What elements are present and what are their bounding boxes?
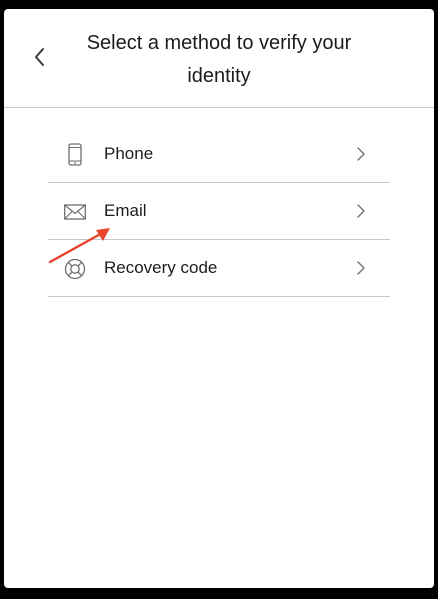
verify-method-card: Select a method to verify your identity … bbox=[4, 9, 434, 588]
method-phone[interactable]: Phone bbox=[48, 126, 390, 183]
phone-icon bbox=[68, 143, 82, 166]
page-title: Select a method to verify your identity bbox=[86, 32, 352, 87]
chevron-right-icon bbox=[357, 147, 365, 161]
back-button[interactable] bbox=[28, 45, 52, 69]
envelope-icon bbox=[64, 204, 86, 220]
method-list: Phone Email Recovery code bbox=[48, 126, 390, 297]
header: Select a method to verify your identity bbox=[4, 9, 434, 108]
chevron-left-icon bbox=[35, 48, 44, 66]
red-arrow-annotation bbox=[48, 228, 110, 264]
method-label: Recovery code bbox=[104, 258, 218, 277]
chevron-right-icon bbox=[357, 204, 365, 218]
method-label: Email bbox=[104, 201, 147, 220]
chevron-right-icon bbox=[357, 261, 365, 275]
method-label: Phone bbox=[104, 144, 154, 163]
